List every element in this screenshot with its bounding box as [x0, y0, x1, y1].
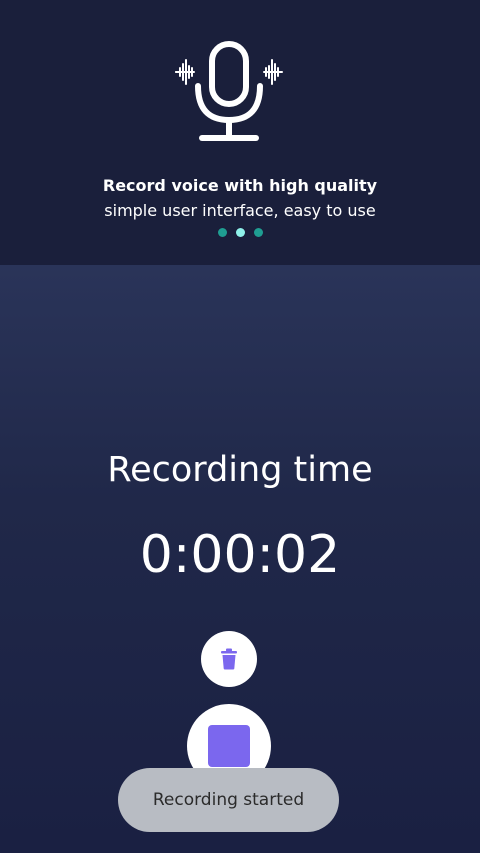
recording-timer: 0:00:02	[139, 525, 341, 585]
toast-message: Recording started	[118, 768, 339, 832]
stop-icon	[208, 725, 250, 767]
page-dot-1[interactable]	[217, 228, 227, 237]
onboarding-banner[interactable]: Record voice with high quality simple us…	[0, 0, 480, 265]
page-dot-2[interactable]	[235, 228, 245, 237]
recording-time-label: Recording time	[107, 450, 373, 490]
page-indicator[interactable]	[0, 228, 480, 237]
banner-title: Record voice with high quality	[102, 176, 378, 195]
delete-button[interactable]	[201, 631, 257, 687]
page-dot-3[interactable]	[253, 228, 263, 237]
banner-subtitle: simple user interface, easy to use	[104, 201, 376, 220]
trash-icon	[221, 648, 237, 670]
microphone-icon	[175, 41, 283, 141]
